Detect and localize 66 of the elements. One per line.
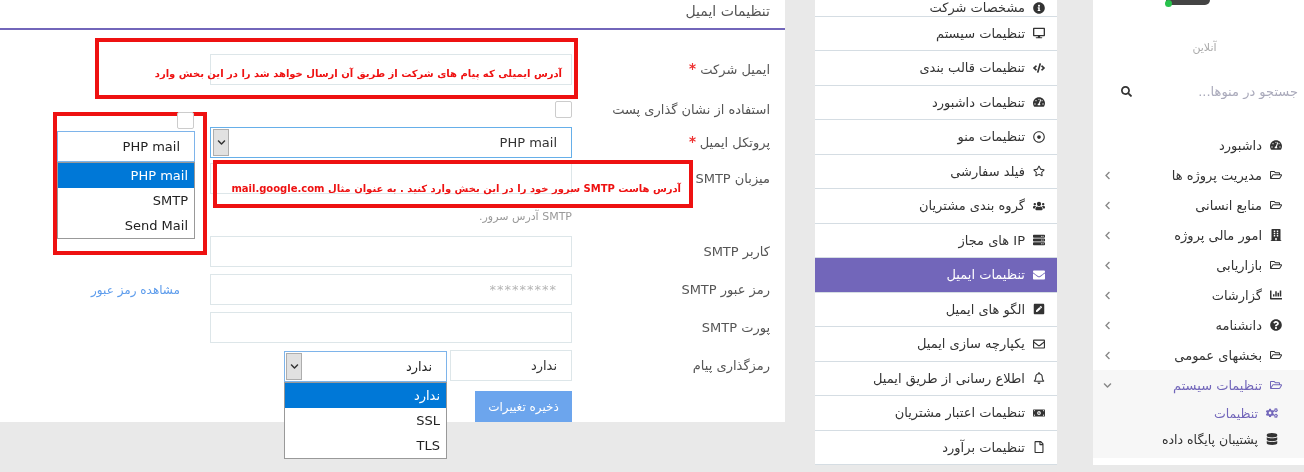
sidebar-item[interactable]: بازاریابی bbox=[1093, 250, 1304, 280]
input-field[interactable] bbox=[210, 236, 572, 267]
annotation-tooltip: آدرس ایمیلی که پیام های شرکت از طریق آن ارسال خواهد شد را در این بخش وارد bbox=[95, 38, 578, 99]
menu-item-icon bbox=[1033, 441, 1045, 454]
input-field[interactable] bbox=[210, 54, 572, 85]
online-dot bbox=[1164, 0, 1172, 7]
menu-item-icon bbox=[1270, 259, 1282, 271]
search-icon bbox=[1121, 84, 1132, 98]
field-label: کاربر SMTP bbox=[702, 244, 770, 259]
menu-item-icon bbox=[1270, 319, 1282, 331]
field-label: رمزگذاری پیام bbox=[691, 358, 770, 373]
chevron-down-icon bbox=[286, 353, 302, 380]
dropdown-option[interactable]: ندارد bbox=[285, 383, 446, 408]
menu-item-icon bbox=[1033, 303, 1045, 316]
status-text: آنلاین bbox=[1191, 41, 1217, 54]
field-label: پورت SMTP bbox=[700, 320, 770, 335]
input-field[interactable] bbox=[210, 312, 572, 343]
menu-item-icon bbox=[1033, 27, 1045, 40]
sidebar-item[interactable]: منابع انسانی bbox=[1093, 190, 1304, 220]
sidebar-item[interactable]: دانشنامه bbox=[1093, 310, 1304, 340]
menu-item-icon bbox=[1033, 199, 1045, 212]
menu-item-icon bbox=[1033, 268, 1045, 281]
menu-item-icon bbox=[1033, 372, 1045, 385]
menu-item-icon bbox=[1266, 407, 1278, 419]
field-label: استفاده از نشان گذاری پست bbox=[611, 101, 770, 117]
sidebar-item[interactable]: مدیریت پروژه ها bbox=[1093, 160, 1304, 190]
menu-item-icon bbox=[1266, 433, 1278, 445]
panel-title: تنظیمات ایمیل bbox=[0, 0, 785, 30]
menu-item-icon bbox=[1270, 379, 1282, 391]
menu-item-icon bbox=[1033, 96, 1045, 109]
menu-item-icon bbox=[1033, 130, 1045, 143]
menu-item[interactable]: تنظیمات ایمیل bbox=[815, 258, 1057, 293]
checkbox[interactable] bbox=[555, 100, 572, 118]
checkbox[interactable] bbox=[177, 112, 194, 129]
menu-item-icon bbox=[1270, 139, 1282, 151]
menu-item-icon bbox=[1270, 229, 1282, 241]
search-field[interactable]: جستجو در منوها... bbox=[1136, 82, 1300, 100]
sidebar-item[interactable]: امور مالی پروژه bbox=[1093, 220, 1304, 250]
menu-item-icon bbox=[1033, 165, 1045, 178]
field-label: پروتکل ایمیل bbox=[598, 135, 770, 150]
field-label: میزبان SMTP bbox=[694, 171, 770, 186]
menu-item-icon bbox=[1270, 289, 1282, 301]
field-hint: SMTP آدرس سرور. bbox=[478, 210, 572, 223]
field-label: رمز عبور SMTP bbox=[680, 282, 770, 297]
menu-item[interactable]: مشخصات شرکت bbox=[815, 0, 1057, 17]
select-field[interactable]: ندارد bbox=[450, 350, 572, 381]
menu-item-icon bbox=[1033, 337, 1045, 350]
menu-item-icon bbox=[1033, 234, 1045, 247]
sidebar-item[interactable]: بخشهای عمومی bbox=[1093, 340, 1304, 370]
menu-item-icon bbox=[1033, 1, 1045, 14]
sidebar-item[interactable]: داشبورد bbox=[1093, 130, 1304, 160]
menu-item-icon bbox=[1033, 61, 1045, 74]
sidebar-item[interactable]: گزارشات bbox=[1093, 280, 1304, 310]
chevron-down-icon bbox=[213, 129, 229, 156]
sidebar-subitem[interactable]: تنظیمات bbox=[1093, 400, 1304, 426]
menu-item-icon bbox=[1270, 199, 1282, 211]
select-field[interactable]: PHP mail bbox=[57, 131, 195, 162]
menu-item-icon bbox=[1033, 406, 1045, 419]
menu-item-icon bbox=[1270, 349, 1282, 361]
menu-item-icon bbox=[1270, 169, 1282, 181]
select-field[interactable]: PHP mail bbox=[210, 127, 572, 158]
select-field[interactable]: ندارد bbox=[284, 351, 447, 382]
sidebar-item[interactable]: تنظیمات سیستم bbox=[1093, 370, 1304, 400]
dropdown-option[interactable]: PHP mail bbox=[58, 163, 194, 188]
sidebar-subitem[interactable]: پشتیبان پایگاه داده bbox=[1093, 426, 1304, 452]
field-label: ایمیل شرکت bbox=[598, 62, 770, 77]
